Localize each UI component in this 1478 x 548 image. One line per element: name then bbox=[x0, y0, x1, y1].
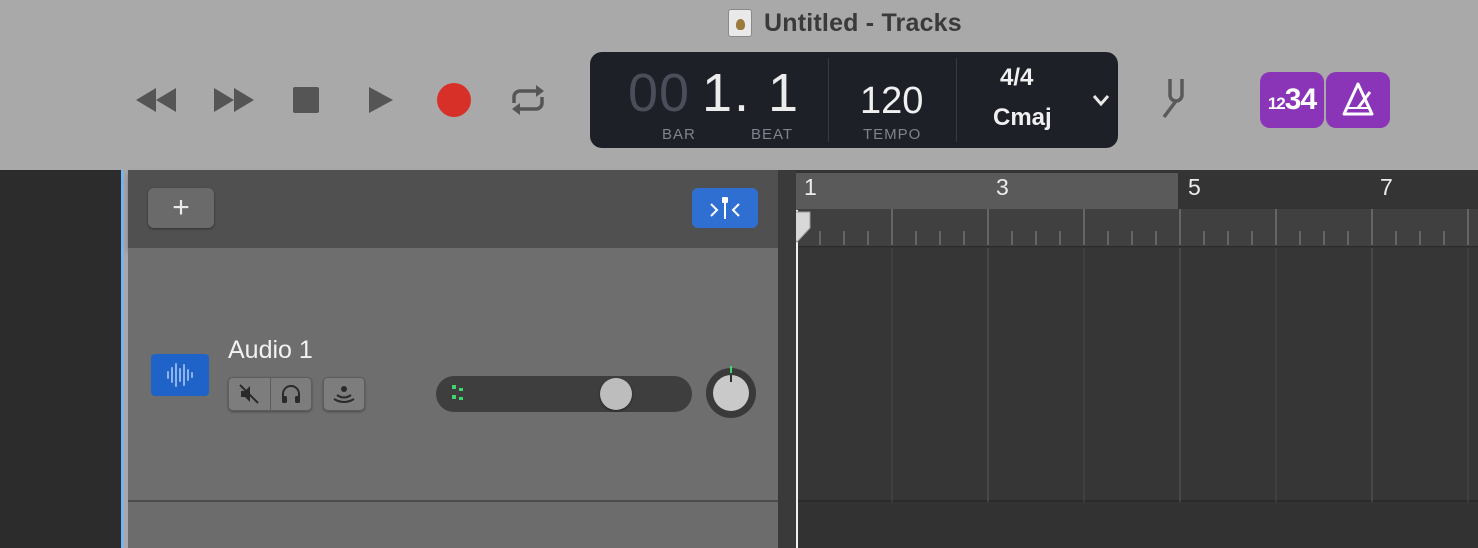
rewind-icon bbox=[136, 88, 176, 112]
solo-button[interactable] bbox=[271, 378, 312, 410]
tracks-timeline[interactable]: 1 3 5 7 bbox=[796, 170, 1478, 548]
pan-indicator bbox=[730, 366, 732, 373]
panel-divider[interactable] bbox=[778, 170, 796, 548]
lcd-bar-label: BAR bbox=[662, 126, 696, 143]
timeline-grid bbox=[891, 248, 1469, 502]
metronome-button[interactable] bbox=[1326, 72, 1390, 128]
stop-icon bbox=[293, 87, 319, 113]
ruler-bar-numbers[interactable]: 1 3 5 7 bbox=[796, 170, 1478, 209]
play-button[interactable] bbox=[356, 76, 404, 124]
audio-waveform-icon bbox=[167, 363, 193, 387]
catch-playhead-button[interactable] bbox=[692, 188, 758, 228]
empty-track-area[interactable] bbox=[796, 504, 1478, 548]
playhead-handle[interactable] bbox=[796, 210, 814, 244]
track-lane[interactable] bbox=[796, 248, 1478, 502]
window-title: Untitled - Tracks bbox=[728, 6, 962, 40]
lcd-position[interactable]: 1. 1 bbox=[702, 62, 800, 124]
volume-fader[interactable] bbox=[436, 376, 692, 412]
library-panel bbox=[0, 170, 124, 548]
track-header-row[interactable]: Audio 1 bbox=[128, 248, 778, 502]
catch-playhead-icon bbox=[710, 197, 740, 219]
lcd-key[interactable]: Cmaj bbox=[993, 104, 1052, 132]
count-in-icon: 1234 bbox=[1267, 83, 1317, 116]
tuner-fork-icon bbox=[1162, 79, 1184, 119]
document-icon bbox=[728, 9, 752, 37]
track-type-button[interactable] bbox=[151, 354, 209, 396]
metronome-icon bbox=[1342, 82, 1374, 116]
track-headers: + Audio 1 bbox=[128, 170, 778, 548]
lcd-time-signature[interactable]: 4/4 bbox=[1000, 64, 1033, 92]
count-in-button[interactable]: 1234 bbox=[1260, 72, 1324, 128]
ruler-bar-number: 3 bbox=[996, 174, 1009, 200]
cycle-region[interactable] bbox=[796, 173, 1178, 209]
ruler-bar-number: 5 bbox=[1188, 174, 1201, 200]
window-title-text: Untitled - Tracks bbox=[764, 8, 962, 37]
ruler-beats[interactable] bbox=[796, 209, 1478, 247]
pan-knob-cap bbox=[713, 375, 749, 411]
ruler-bar-number: 7 bbox=[1380, 174, 1393, 200]
cycle-button[interactable] bbox=[504, 76, 552, 124]
mute-speaker-icon bbox=[239, 384, 259, 404]
volume-fader-knob[interactable] bbox=[599, 378, 632, 410]
record-button[interactable] bbox=[430, 76, 478, 124]
level-meter bbox=[452, 385, 464, 403]
garageband-window: Untitled - Tracks 00 1. 1 BAR BEAT 120 T… bbox=[0, 0, 1478, 548]
toolbar: Untitled - Tracks 00 1. 1 BAR BEAT 120 T… bbox=[0, 0, 1478, 170]
mute-solo-group bbox=[228, 377, 312, 411]
playhead-line bbox=[796, 210, 798, 548]
lcd-position-leading: 00 bbox=[628, 63, 691, 123]
record-icon bbox=[437, 83, 471, 117]
fast-forward-button[interactable] bbox=[210, 76, 258, 124]
stop-button[interactable] bbox=[282, 76, 330, 124]
lcd-separator bbox=[956, 58, 957, 142]
lcd-separator bbox=[828, 58, 829, 142]
ruler-bar-number: 1 bbox=[804, 174, 817, 200]
play-icon bbox=[369, 87, 393, 113]
input-monitor-button[interactable] bbox=[323, 377, 365, 411]
rewind-button[interactable] bbox=[132, 76, 180, 124]
fast-forward-icon bbox=[214, 88, 254, 112]
lcd-tempo[interactable]: 120 bbox=[860, 80, 923, 123]
lcd-mode-chevron[interactable] bbox=[1088, 86, 1114, 114]
lcd-tempo-label: TEMPO bbox=[863, 126, 922, 143]
chevron-down-icon bbox=[1092, 95, 1110, 107]
tuner-button[interactable] bbox=[1152, 74, 1200, 122]
lcd-beat-label: BEAT bbox=[751, 126, 794, 143]
track-header-toolbar: + bbox=[128, 170, 778, 248]
cycle-icon bbox=[512, 85, 544, 115]
headphones-icon bbox=[281, 385, 300, 403]
add-track-button[interactable]: + bbox=[148, 188, 214, 228]
ruler-ticks bbox=[796, 209, 1469, 245]
track-name[interactable]: Audio 1 bbox=[228, 336, 313, 365]
pan-knob[interactable] bbox=[706, 366, 756, 418]
mute-button[interactable] bbox=[229, 378, 271, 410]
input-monitor-icon bbox=[333, 386, 355, 403]
